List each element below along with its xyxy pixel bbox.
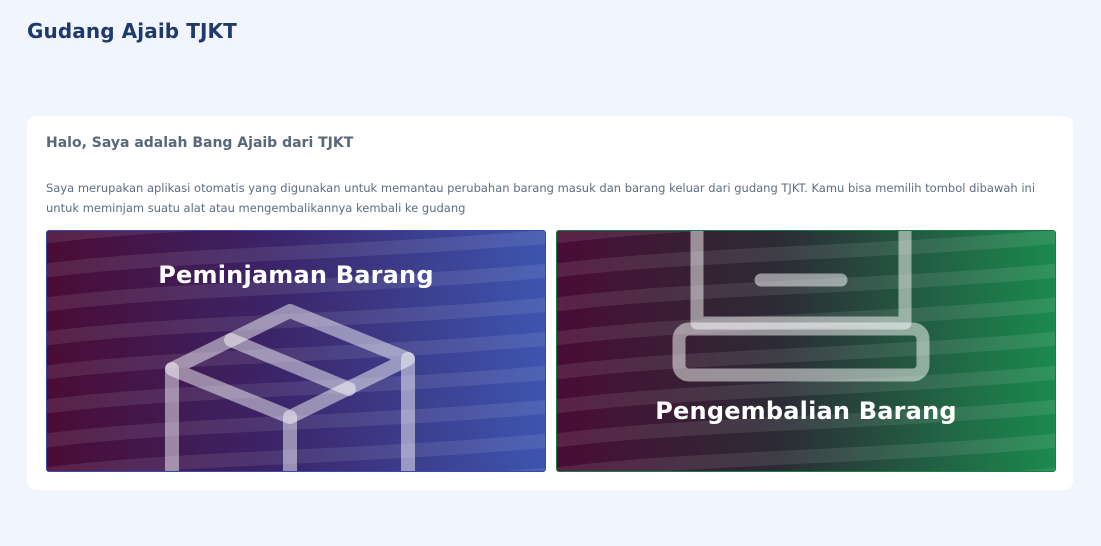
borrow-label: Peminjaman Barang [158, 261, 434, 289]
intro-card: Halo, Saya adalah Bang Ajaib dari TJKT S… [27, 116, 1073, 490]
return-label: Pengembalian Barang [655, 397, 957, 425]
intro-greeting: Halo, Saya adalah Bang Ajaib dari TJKT [46, 135, 354, 151]
return-button[interactable]: Pengembalian Barang [556, 230, 1056, 472]
page-title: Gudang Ajaib TJKT [27, 19, 237, 43]
borrow-button[interactable]: Peminjaman Barang [46, 230, 546, 472]
intro-description: Saya merupakan aplikasi otomatis yang di… [46, 181, 1036, 215]
tray-icon [672, 231, 930, 382]
